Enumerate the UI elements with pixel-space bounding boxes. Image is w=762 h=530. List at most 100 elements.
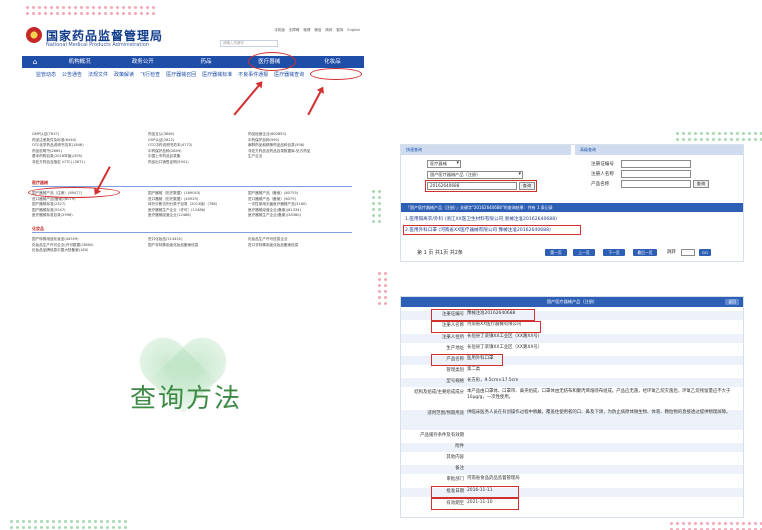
- highlight-ring-nav-device: [248, 52, 296, 71]
- annotation-arrow-icon: [233, 82, 262, 116]
- subnav-item[interactable]: 政策解读: [114, 71, 134, 78]
- detail-row: 产品储存条件及有效期: [401, 432, 743, 441]
- cosmetic-list-col-2: 进口化妆品(214452) 国产非特殊用途化妆品备案信息: [148, 237, 198, 248]
- detail-header: 国产医疗器械产品（注册） 返回: [401, 297, 743, 307]
- decor-dots-top-left: [26, 6, 155, 15]
- national-emblem-icon: [26, 27, 42, 43]
- top-link[interactable]: 微博: [303, 28, 310, 33]
- detail-label: 适用范围/预期用途: [427, 411, 464, 416]
- detail-label: 审批部门: [446, 477, 464, 482]
- top-link[interactable]: 无障碍: [289, 28, 300, 33]
- cert-no-input[interactable]: [621, 160, 691, 168]
- data-link[interactable]: 医疗器械经营企业(12486): [148, 213, 217, 219]
- back-button[interactable]: 返回: [725, 299, 739, 305]
- detail-row: 适用范围/预期用途 供临床医务人员在有创操作过程中佩戴，覆盖住使用者的口、鼻及下…: [401, 410, 743, 430]
- subnav-item[interactable]: 医疗器械标准: [202, 71, 232, 78]
- data-link[interactable]: 国产器械产品（备案）(80755): [248, 191, 307, 197]
- category-select[interactable]: 医疗器械: [427, 160, 461, 168]
- data-link[interactable]: 体外诊断试剂分类子目录（2013版）(768): [148, 202, 217, 208]
- detail-row: 型号规格 长方形，9.5cm×17.5cm: [401, 378, 743, 387]
- detail-row: 生产地址 长垣县丁栾镇XX工业区（XX路XX号）: [401, 345, 743, 354]
- detail-value: 长垣县丁栾镇XX工业区（XX路XX号）: [467, 334, 543, 339]
- nav-item[interactable]: 政务公开: [111, 56, 174, 68]
- subnav-item[interactable]: 不良事件通报: [238, 71, 268, 78]
- result-row[interactable]: 1.医用隔离衣/外科 (浙江XX医卫生材料有限公司 浙械注准2016264068…: [405, 216, 557, 222]
- cosmetic-section-line: [32, 232, 352, 233]
- field-label: 产品名称: [591, 182, 610, 187]
- detail-row: 附件: [401, 443, 743, 452]
- nav-item[interactable]: 机构概况: [48, 56, 111, 68]
- data-link[interactable]: 生产企业: [248, 154, 310, 160]
- pager-first-button[interactable]: 第一页: [545, 249, 567, 256]
- detail-value: [467, 465, 743, 474]
- annotation-arrow-icon: [307, 87, 323, 116]
- advanced-query-button[interactable]: 查询: [693, 180, 709, 188]
- product-name-input[interactable]: [621, 180, 691, 188]
- data-link[interactable]: 非处方药品及指定 (OTC) (5871): [32, 160, 85, 166]
- advanced-query-bar: 高级查询: [575, 145, 743, 155]
- field-label: 注册证编号: [591, 162, 614, 167]
- top-link[interactable]: English: [347, 28, 360, 33]
- data-link[interactable]: 一次性使用无菌医疗器械产品(3160): [248, 202, 307, 208]
- data-link[interactable]: 麻醉药品和精神药品品种目录(598): [248, 143, 310, 149]
- data-link[interactable]: OTC中药说明书范本(4772): [148, 143, 192, 149]
- pager-prev-button[interactable]: 上一页: [573, 249, 595, 256]
- quick-query-bar: 快速查询: [401, 145, 571, 155]
- subnav-item[interactable]: 医疗器械召回: [166, 71, 196, 78]
- top-link[interactable]: 繁体: [336, 28, 343, 33]
- nav-item[interactable]: 药品: [174, 56, 237, 68]
- data-link[interactable]: OTC化学药品说明书范本(1846): [32, 143, 85, 149]
- subnav-item-device-query[interactable]: 医疗器械查询: [274, 71, 304, 78]
- subnav-item[interactable]: 公告通告: [62, 71, 82, 78]
- jump-label: 跳转: [667, 250, 676, 255]
- detail-row: 结构及组成/主要组成成分 本产品由口罩体、口罩带、鼻夹组成，口罩体由无纺布和聚丙…: [401, 389, 743, 409]
- data-link[interactable]: 化妆品品牌信息中国大陆备案(180): [32, 248, 93, 254]
- detail-value: 医用外科口罩: [467, 356, 494, 361]
- detail-label: 管理类别: [446, 368, 464, 373]
- detail-value: 河南省食品药品监督管理局: [467, 476, 520, 481]
- subnav-item[interactable]: 飞行检查: [140, 71, 160, 78]
- subnav-item[interactable]: 监管动态: [36, 71, 56, 78]
- jump-go-button[interactable]: GO: [699, 249, 711, 256]
- highlight-box-result: [403, 225, 581, 235]
- subnav-item[interactable]: 法规文件: [88, 71, 108, 78]
- data-link[interactable]: 国产非特殊用途化妆品备案信息: [148, 243, 198, 249]
- decor-dots-mid-left: [372, 190, 381, 223]
- detail-row: 其他内容: [401, 454, 743, 463]
- data-link[interactable]: 医疗器械生产企业(备案)(28360): [248, 213, 307, 219]
- detail-value: 第二类: [467, 367, 481, 372]
- field-label: 注册人名称: [591, 172, 614, 177]
- highlight-box-cert-no: [431, 309, 535, 321]
- pager-last-button[interactable]: 最后一页: [633, 249, 657, 256]
- data-link[interactable]: 医疗器械标准目录(2996): [32, 213, 82, 219]
- product-type-select[interactable]: 国产医疗器械产品（注册）: [427, 171, 523, 179]
- detail-label: 型号规格: [446, 379, 464, 384]
- detail-value: [467, 443, 743, 452]
- highlight-ring-device-link: [28, 187, 120, 198]
- top-link[interactable]: 简体: [325, 28, 332, 33]
- cosmetic-list-col-3: 化妆品生产许可信息企业 进口非特殊用途化妆品备案信息: [248, 237, 298, 248]
- detail-row: 备注: [401, 465, 743, 474]
- jump-input[interactable]: [681, 249, 695, 256]
- result-bar: 「国产医疗器械产品（注册）」关键字"20162640688"的查询结果：共有 1…: [401, 203, 743, 212]
- data-link[interactable]: 药品出口销售证明(5941): [148, 160, 192, 166]
- pager: 第 1 页 共1页 共2条 第一页 上一页 下一页 最后一页 跳转 GO: [401, 246, 743, 260]
- decor-dots-top-right: [676, 132, 762, 141]
- device-list-col-3: 国产器械产品（备案）(80755) 进口器械产品（备案）(8079) 一次性使用…: [248, 191, 307, 219]
- site-header: 国家药品监督管理局 National Medical Products Admi…: [22, 18, 364, 56]
- detail-value: 供临床医务人员在有创操作过程中佩戴，覆盖住使用者的口、鼻及下颌，为防止病原体微生…: [467, 410, 731, 415]
- registrant-input[interactable]: [621, 170, 691, 178]
- nav-item[interactable]: 化妆品: [301, 56, 364, 68]
- pager-text: 第 1 页 共1页 共2条: [417, 250, 463, 256]
- pager-next-button[interactable]: 下一页: [603, 249, 625, 256]
- site-search-input[interactable]: 请输入关键字: [220, 40, 278, 47]
- detail-value: 长方形，9.5cm×17.5cm: [467, 378, 519, 383]
- data-link[interactable]: 进口非特殊用途化妆品备案信息: [248, 243, 298, 249]
- nav-home-icon[interactable]: ⌂: [22, 56, 48, 68]
- detail-value: 本产品由口罩体、口罩带、鼻夹组成，口罩体由无纺布和聚丙烯熔喷布组成。产品应无菌，…: [467, 389, 731, 400]
- top-link[interactable]: 微信: [314, 28, 321, 33]
- detail-value: [467, 454, 743, 463]
- drug-list-col-3: 药品经营企业(600853) 中药保护品种(590) 麻醉药品和精神药品品种目录…: [248, 132, 310, 160]
- top-link[interactable]: 手机版: [274, 28, 285, 33]
- highlight-box-query-input: [425, 180, 537, 192]
